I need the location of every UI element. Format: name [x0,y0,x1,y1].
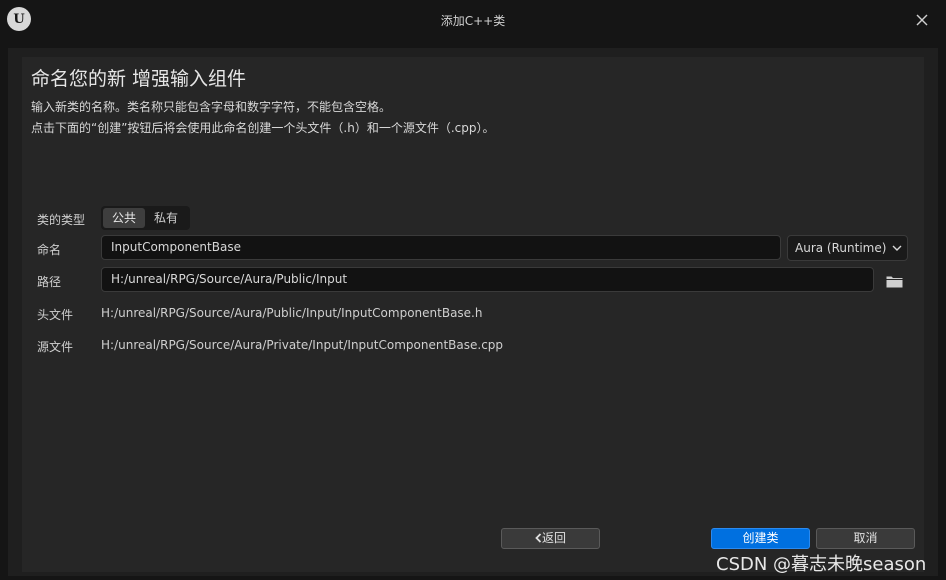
add-cpp-class-window: U 添加C++类 命名您的新 增强输入组件 输入新类的名称。类名称只能包含字母和… [0,0,946,580]
description-line-1: 输入新类的名称。类名称只能包含字母和数字字符，不能包含空格。 [31,100,392,114]
back-button-label: 返回 [541,531,566,545]
chevron-down-icon [892,245,902,251]
create-class-button[interactable]: 创建类 [711,528,810,549]
module-dropdown[interactable]: Aura (Runtime) [787,235,908,261]
name-label: 命名 [37,243,62,257]
window-title: 添加C++类 [440,14,506,28]
header-file-path: H:/unreal/RPG/Source/Aura/Public/Input/I… [101,306,483,320]
source-file-path: H:/unreal/RPG/Source/Aura/Private/Input/… [101,338,504,352]
page-title: 命名您的新 增强输入组件 [31,68,247,90]
class-type-label: 类的类型 [37,213,86,227]
cancel-button[interactable]: 取消 [816,528,915,549]
class-type-public[interactable]: 公共 [103,208,145,228]
title-bar: U 添加C++类 [0,0,946,40]
close-button[interactable] [910,8,934,32]
watermark: CSDN @暮志未晚season [716,554,927,575]
class-name-input[interactable]: InputComponentBase [101,235,781,260]
browse-folder-button[interactable] [884,272,904,290]
path-input[interactable]: H:/unreal/RPG/Source/Aura/Public/Input [101,267,874,292]
back-button[interactable]: 返回 [501,528,600,549]
module-dropdown-value: Aura (Runtime) [795,241,887,255]
class-type-toggle: 公共 私有 [101,206,190,230]
class-type-private[interactable]: 私有 [145,208,187,228]
header-file-label: 头文件 [37,308,74,322]
close-icon [916,14,928,26]
source-file-label: 源文件 [37,340,74,354]
folder-icon [886,276,902,287]
description-line-2: 点击下面的“创建”按钮后将会使用此命名创建一个头文件（.h）和一个源文件（.cp… [31,121,495,135]
path-label: 路径 [37,275,62,289]
chevron-left-icon [535,533,542,543]
